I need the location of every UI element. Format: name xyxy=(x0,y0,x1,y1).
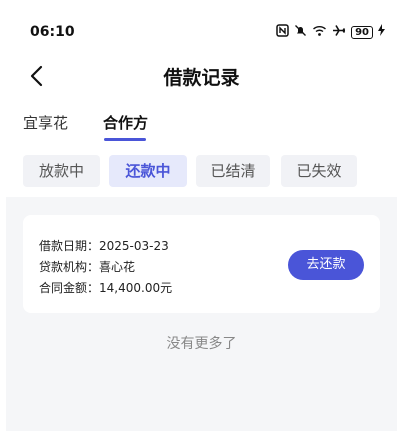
filter-expired[interactable]: 已失效 xyxy=(281,155,357,187)
loan-date-value: 2025-03-23 xyxy=(99,239,169,253)
battery-icon: 90 xyxy=(351,25,373,39)
tab-yixianghua[interactable]: 宜享花 xyxy=(23,112,68,133)
loan-institution-row: 贷款机构：喜心花 xyxy=(39,258,135,275)
wifi-icon xyxy=(312,24,327,40)
loan-institution-value: 喜心花 xyxy=(99,260,136,274)
page-title: 借款记录 xyxy=(163,67,240,89)
loan-amount-label: 合同金额： xyxy=(39,281,100,295)
nfc-icon xyxy=(276,24,289,40)
battery-level: 90 xyxy=(355,26,369,38)
tab-partner[interactable]: 合作方 xyxy=(103,112,148,133)
status-filters: 放款中 还款中 已结清 已失效 xyxy=(0,155,403,187)
loan-records-page: 06:10 90 借款记录 宜享花 合作方 放款中 还款中 已结清 已失效 借款… xyxy=(0,0,403,431)
loan-amount-value: 14,400.00元 xyxy=(99,281,173,295)
status-bar: 06:10 90 xyxy=(0,0,403,50)
loan-date-row: 借款日期：2025-03-23 xyxy=(39,237,169,254)
nav-bar: 借款记录 xyxy=(0,54,403,98)
filter-settled[interactable]: 已结清 xyxy=(196,155,270,187)
loan-amount-row: 合同金额：14,400.00元 xyxy=(39,279,172,296)
no-more-text: 没有更多了 xyxy=(166,336,237,352)
loan-institution-label: 贷款机构： xyxy=(39,260,100,274)
airplane-icon xyxy=(332,24,346,40)
mute-icon xyxy=(294,24,307,40)
loan-card: 借款日期：2025-03-23 贷款机构：喜心花 合同金额：14,400.00元… xyxy=(23,215,380,313)
loan-date-label: 借款日期： xyxy=(39,239,100,253)
status-icons: 90 xyxy=(276,24,385,40)
filter-repaying[interactable]: 还款中 xyxy=(109,155,187,187)
source-tabs: 宜享花 合作方 xyxy=(0,112,403,148)
charging-icon xyxy=(378,24,385,40)
repay-button[interactable]: 去还款 xyxy=(288,250,364,280)
tab-active-indicator xyxy=(104,138,146,141)
loan-list: 借款日期：2025-03-23 贷款机构：喜心花 合同金额：14,400.00元… xyxy=(6,197,397,431)
status-time: 06:10 xyxy=(30,24,75,40)
filter-disbursing[interactable]: 放款中 xyxy=(23,155,100,187)
